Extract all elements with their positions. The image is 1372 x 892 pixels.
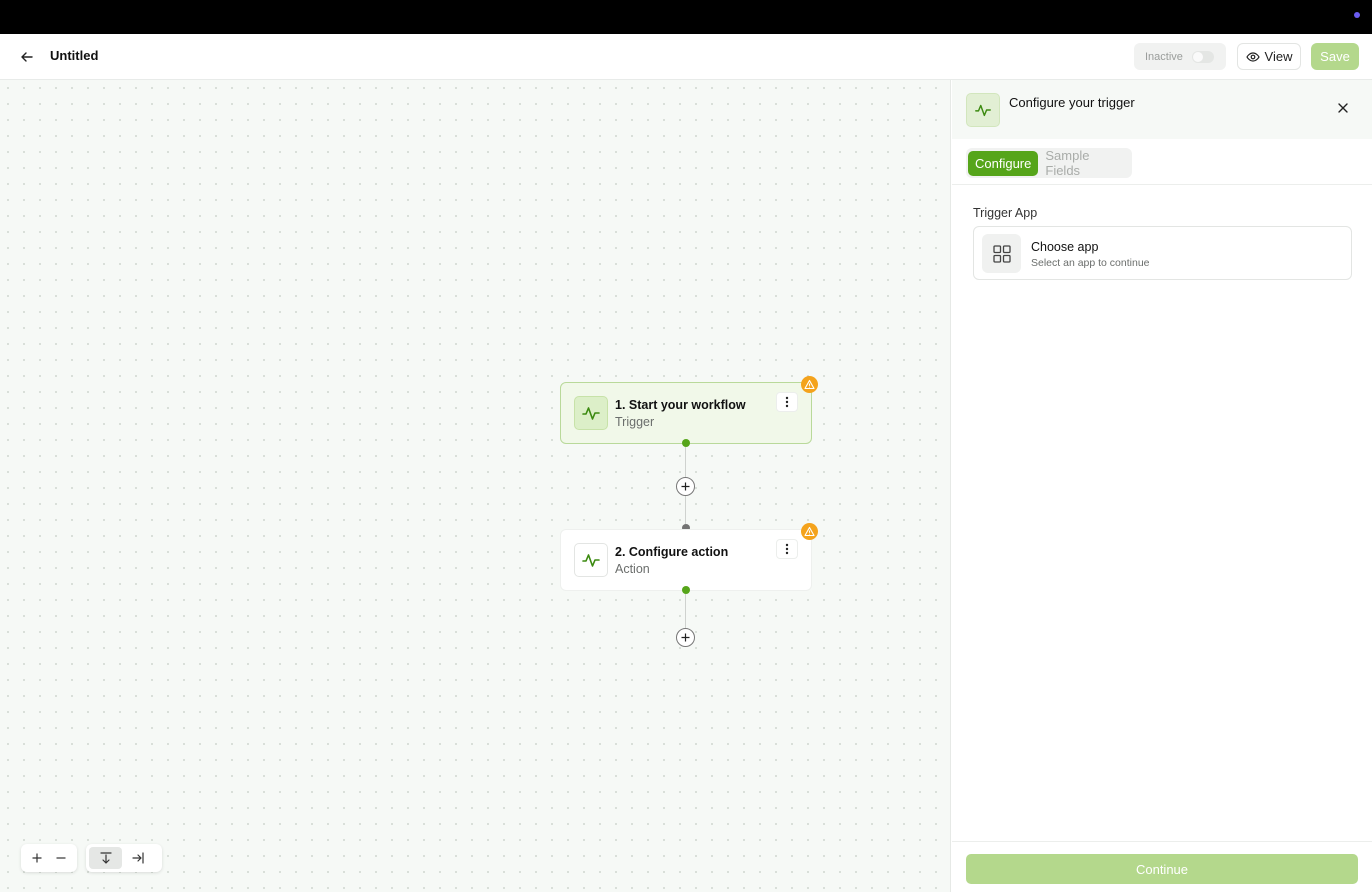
more-vertical-icon [785,543,789,555]
vertical-layout-icon [99,852,112,864]
node-menu-button[interactable] [776,539,798,559]
zoom-in-icon [32,853,42,863]
panel-header: Configure your trigger [952,80,1372,139]
plus-icon [681,482,690,491]
divider [952,184,1372,185]
divider [952,841,1372,842]
back-button[interactable] [16,46,38,68]
action-node[interactable]: 2. Configure action Action [560,523,818,591]
zoom-out-button[interactable] [49,847,73,869]
layout-controls [86,844,162,872]
node-menu-button[interactable] [776,392,798,412]
horizontal-layout-button[interactable] [126,847,150,869]
close-button[interactable] [1335,100,1351,116]
node-subtitle: Action [615,562,650,576]
output-handle[interactable] [682,586,690,594]
zoom-controls [21,844,77,872]
vertical-layout-button[interactable] [89,847,122,869]
add-step-button[interactable] [676,628,695,647]
view-label: View [1264,49,1293,64]
close-icon [1338,103,1348,113]
connector-line [685,496,686,524]
status-label: Inactive [1145,50,1183,63]
warning-icon[interactable] [801,376,818,393]
connector-line [685,447,686,477]
trigger-app-label: Trigger App [973,206,1038,220]
choose-app-button[interactable]: Choose app Select an app to continue [973,226,1352,280]
workflow-canvas[interactable]: 1. Start your workflow Trigger 2. Config… [0,80,951,892]
horizontal-layout-icon [132,852,144,864]
zoom-in-button[interactable] [25,847,49,869]
tab-sample-fields[interactable]: Sample Fields [1038,148,1130,178]
editor-header: Untitled Inactive View Save [0,34,1372,80]
connector-line [685,594,686,628]
node-title: 1. Start your workflow [615,398,746,412]
panel-title: Configure your trigger [1009,95,1135,110]
more-vertical-icon [785,396,789,408]
plus-icon [681,633,690,642]
status-dot [1354,12,1360,18]
warning-icon[interactable] [801,523,818,540]
config-panel: Configure your trigger Configure Sample … [952,80,1372,892]
trigger-node[interactable]: 1. Start your workflow Trigger [560,376,818,444]
app-card-title: Choose app [1031,240,1099,254]
top-bar [0,0,1372,34]
toggle-knob [1193,52,1203,62]
activity-icon [574,543,608,577]
active-toggle[interactable]: Inactive [1134,43,1226,70]
activity-icon [966,93,1000,127]
tab-configure[interactable]: Configure [968,150,1039,176]
node-subtitle: Trigger [615,415,655,429]
app-card-subtitle: Select an app to continue [1031,257,1150,269]
continue-button[interactable]: Continue [966,854,1358,884]
activity-icon [574,396,608,430]
output-handle[interactable] [682,439,690,447]
eye-icon [1245,51,1260,62]
toggle-switch[interactable] [1192,51,1214,63]
save-button[interactable]: Save [1311,43,1359,70]
add-step-button[interactable] [676,477,695,496]
grid-icon [982,234,1021,273]
view-button[interactable]: View [1237,43,1301,70]
workflow-title[interactable]: Untitled [50,48,98,63]
arrow-left-icon [21,52,33,62]
panel-tabs: Configure Sample Fields [966,148,1132,178]
node-title: 2. Configure action [615,545,729,559]
zoom-out-icon [56,857,66,859]
